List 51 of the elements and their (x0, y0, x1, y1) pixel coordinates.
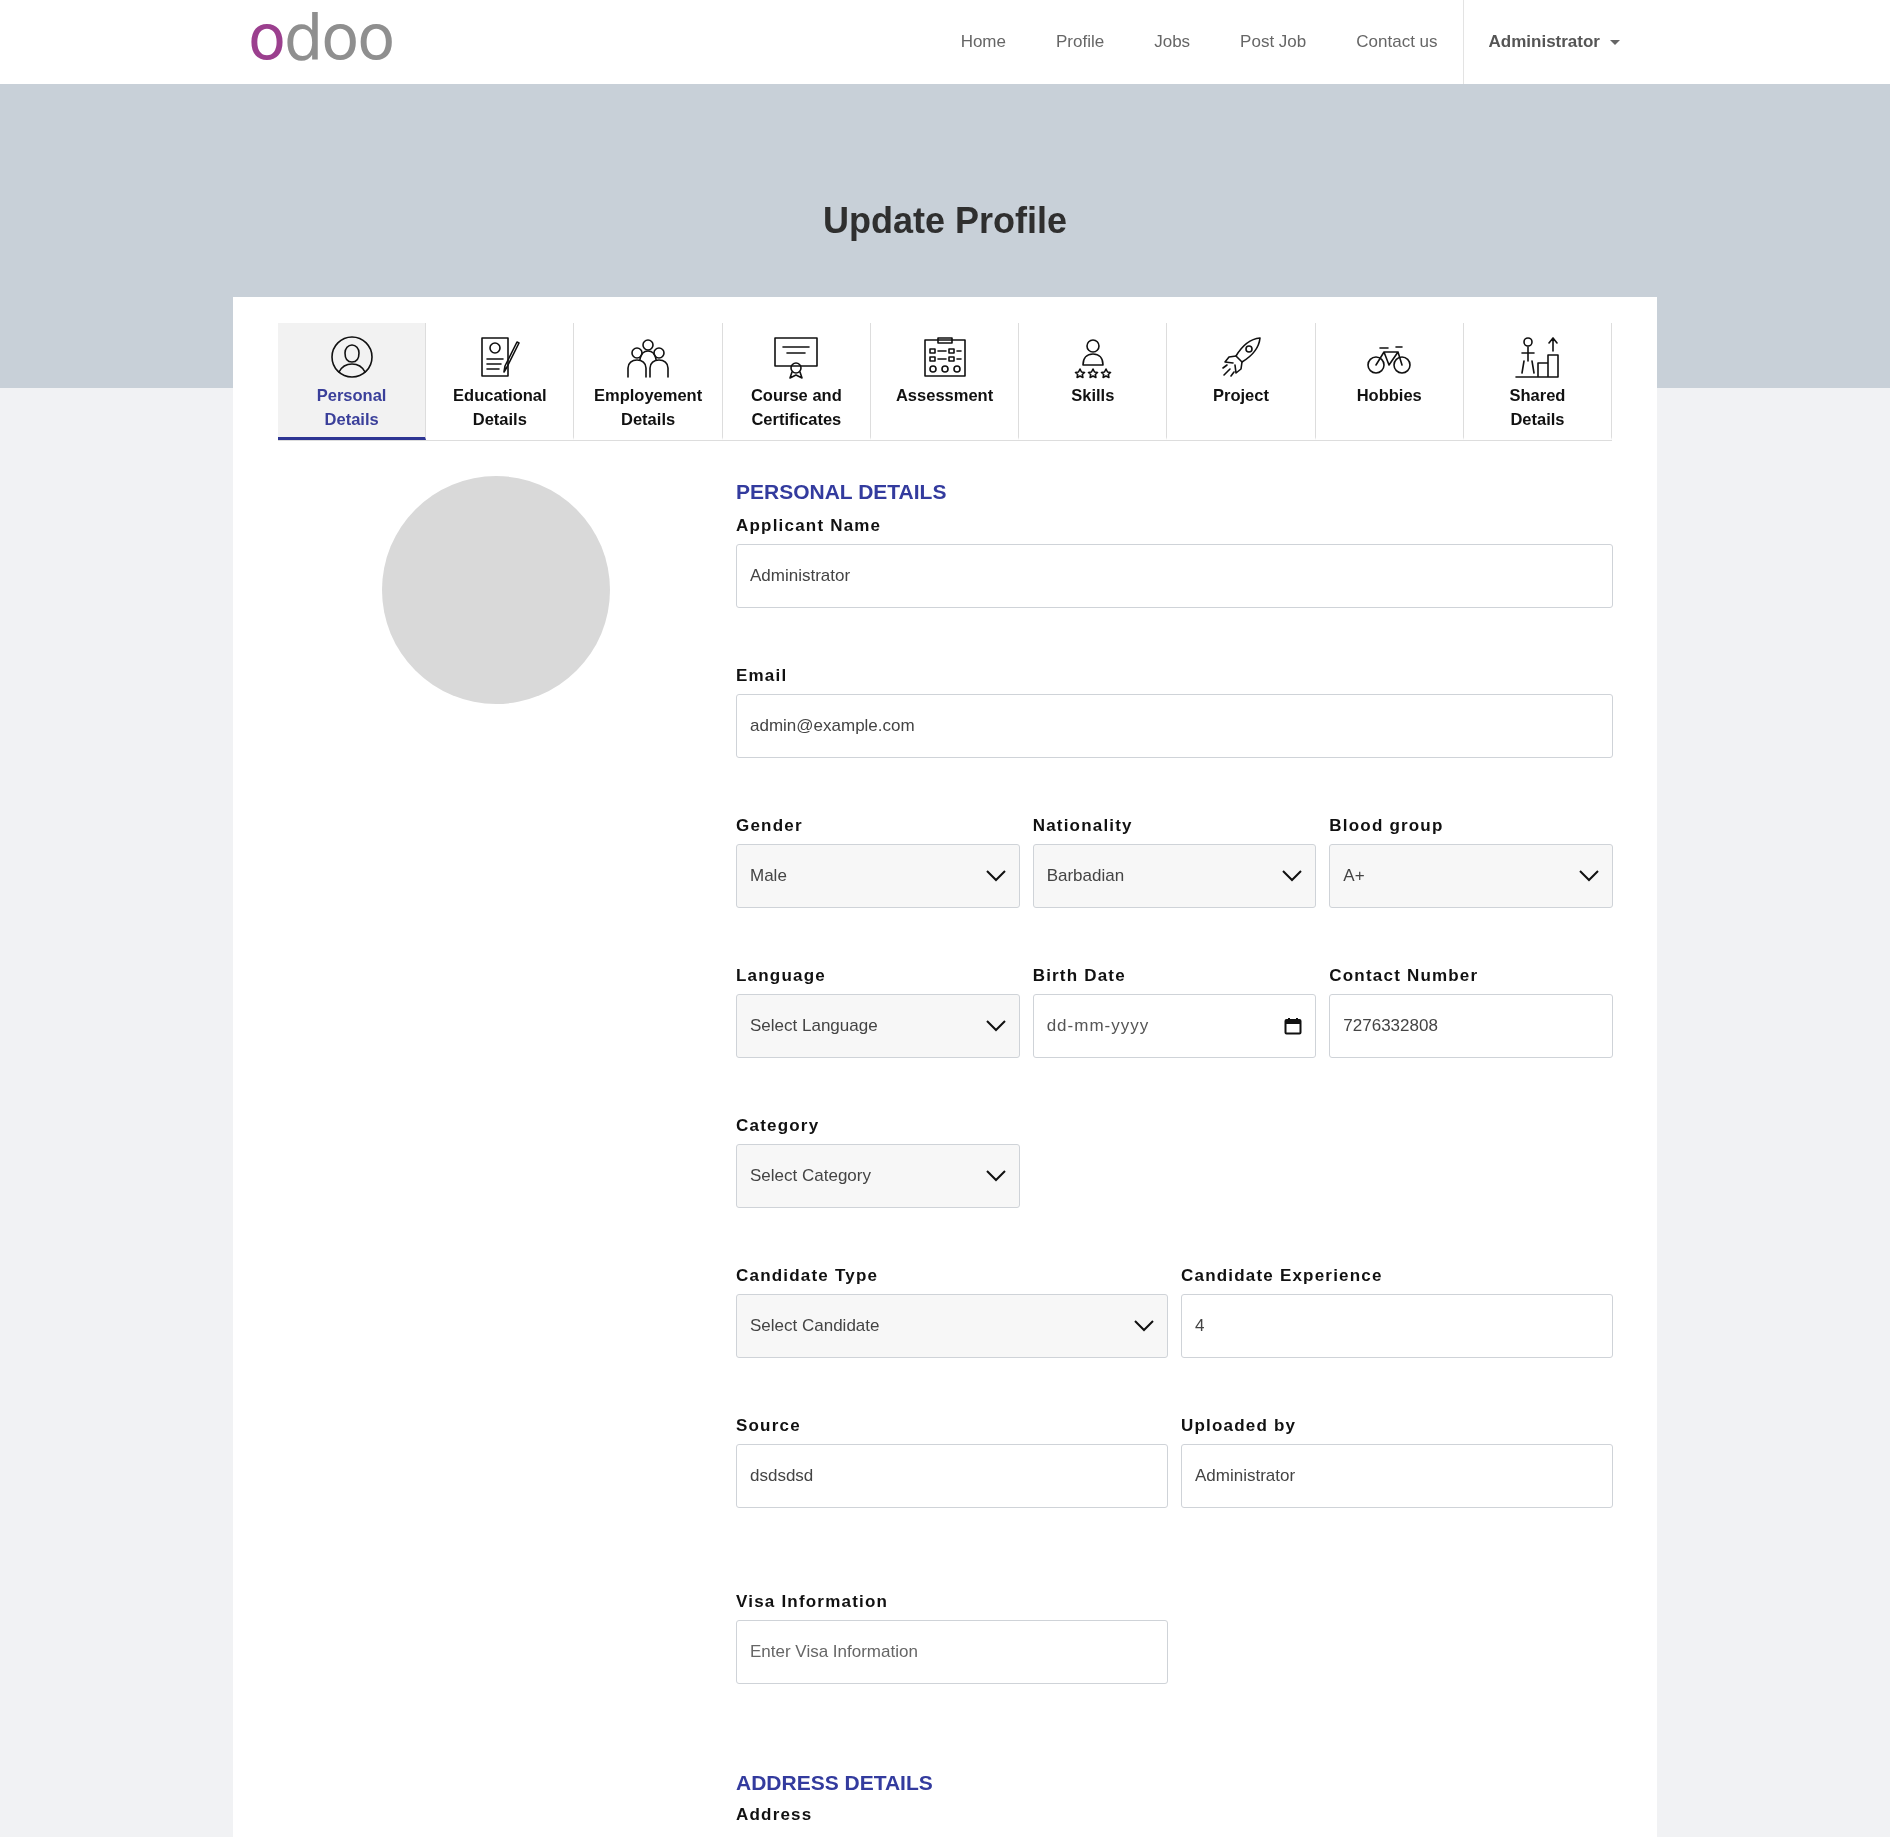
certificate-icon (773, 335, 820, 379)
select-field[interactable]: Barbadian (1032, 844, 1317, 909)
select-field[interactable]: Select Category (736, 1144, 1020, 1209)
caret-icon (1610, 39, 1620, 45)
input-field[interactable]: Enter Visa Information (736, 1620, 1168, 1685)
chevron-down-icon (1282, 870, 1303, 883)
chevron-down-icon (1578, 870, 1599, 883)
field-label: Candidate Type (736, 1266, 880, 1287)
field-label: Candidate Experience (1181, 1266, 1384, 1287)
nav-link[interactable]: Jobs (1129, 29, 1216, 55)
section-title: ADDRESS DETAILS (736, 1770, 934, 1796)
nav-link[interactable]: Profile (1031, 29, 1130, 55)
nav-link[interactable]: Contact us (1331, 29, 1463, 55)
chevron-down-icon (1134, 1320, 1154, 1333)
chevron-down-icon (985, 1020, 1006, 1033)
select-field[interactable]: Male (736, 844, 1020, 909)
select-field[interactable]: A+ (1329, 844, 1613, 909)
calendar-icon (1284, 1017, 1303, 1036)
logo[interactable]: odoo (248, 7, 394, 69)
field-label: Birth Date (1032, 966, 1127, 987)
select-field[interactable]: Select Candidate (736, 1294, 1168, 1359)
chevron-down-icon (985, 1170, 1006, 1183)
input-field[interactable]: Administrator (1181, 1444, 1613, 1509)
date-field[interactable]: dd-mm-yyyy (1032, 994, 1317, 1059)
field-label: Applicant Name (736, 516, 883, 537)
input-field[interactable]: admin@example.com (736, 694, 1613, 759)
field-label: Email (736, 666, 789, 687)
field-label: Uploaded by (1181, 1416, 1298, 1437)
field-label: Category (736, 1116, 821, 1137)
nav-link[interactable]: Post Job (1215, 29, 1332, 55)
input-field[interactable]: 7276332808 (1329, 994, 1613, 1059)
page-title: Update Profile (821, 199, 1068, 243)
tab[interactable]: Personal Details (278, 323, 427, 440)
field-label: Address (736, 1805, 814, 1826)
field-label: Contact Number (1329, 966, 1480, 987)
input-field[interactable]: dsdsdsd (736, 1444, 1168, 1509)
field-label: Language (736, 966, 827, 987)
section-title: PERSONAL DETAILS (736, 479, 948, 505)
field-label: Visa Information (736, 1592, 890, 1613)
field-label: Blood group (1329, 816, 1445, 837)
input-field[interactable]: 4 (1181, 1294, 1613, 1359)
nav-link[interactable]: Home (935, 29, 1031, 55)
checklist-icon (921, 335, 968, 379)
field-label: Gender (736, 816, 804, 837)
person-icon (328, 335, 375, 379)
podium-icon (1514, 335, 1561, 379)
select-field[interactable]: Select Language (736, 994, 1020, 1059)
field-label: Source (736, 1416, 802, 1437)
field-label: Nationality (1032, 816, 1134, 837)
input-field[interactable]: Administrator (736, 544, 1613, 609)
chevron-down-icon (985, 870, 1006, 883)
